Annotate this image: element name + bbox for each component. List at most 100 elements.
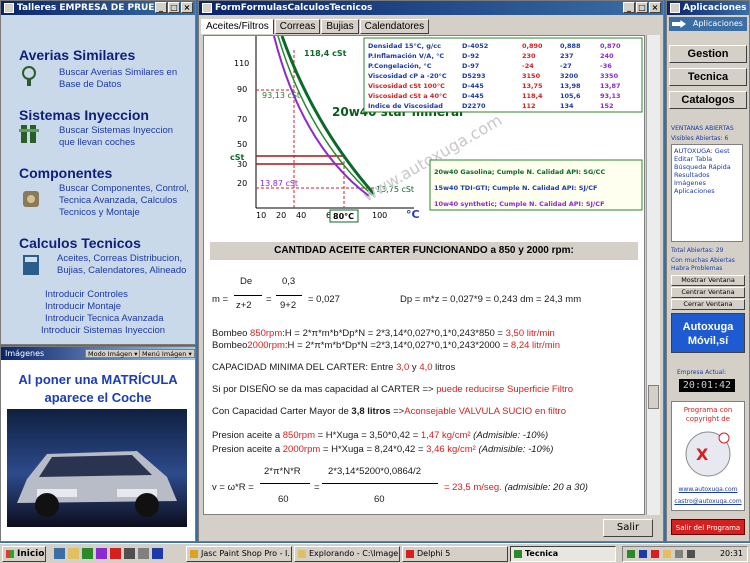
y-tick: 20 <box>237 179 247 188</box>
centrar-ventana-button[interactable]: Centrar Ventana <box>671 287 745 298</box>
right-titlebar[interactable]: Aplicaciones <box>667 1 749 15</box>
calc-content: 110 90 70 50 30 20 10 20 40 60 80 100 °C… <box>203 35 645 515</box>
tbl-cell: 3150 <box>522 72 541 80</box>
mode-select[interactable]: Modo Imágen ▾ <box>85 349 141 358</box>
close-button[interactable]: × <box>181 2 193 13</box>
maximize-button[interactable]: □ <box>168 2 180 13</box>
minimize-button[interactable]: _ <box>155 2 167 13</box>
section-text-calculos[interactable]: Aceites, Correas Distribucion, Bujias, C… <box>57 253 191 277</box>
mostrar-ventana-button[interactable]: Mostrar Ventana <box>671 275 745 286</box>
brand-banner[interactable]: Autoxuga Móvil,sí <box>671 313 745 353</box>
open-windows-list[interactable]: AUTOXUGA: Gest Editar Tabla Búsqueda Ráp… <box>671 144 743 242</box>
main-close-button[interactable]: × <box>649 2 661 13</box>
list-item[interactable]: Resultados <box>674 171 740 179</box>
gestion-button[interactable]: Gestion <box>669 45 747 63</box>
x-tick: 10 <box>256 211 266 220</box>
volume-icon[interactable] <box>675 550 683 558</box>
task-paintshop[interactable]: Jasc Paint Shop Pro - I... <box>186 546 292 562</box>
task-tecnica[interactable]: Tecnica <box>510 546 616 562</box>
section-text-averias[interactable]: Buscar Averias Similares en Base de Dato… <box>59 67 189 91</box>
copyright-text: Programa con copyright de <box>683 406 733 423</box>
fraction-line <box>260 483 310 484</box>
list-item[interactable]: Imágenes <box>674 179 740 187</box>
misc-icon[interactable] <box>138 548 149 559</box>
link-sistemas-inyeccion[interactable]: Introducir Sistemas Inyeccion <box>41 325 165 337</box>
bombeo-2000-rpm: 2000rpm <box>247 340 285 351</box>
main-maximize-button[interactable]: □ <box>636 2 648 13</box>
tbl-cell: 230 <box>522 52 536 60</box>
apps-label: Aplicaciones <box>693 19 743 28</box>
catalogos-button[interactable]: Catalogos <box>669 91 747 109</box>
tab-aceites[interactable]: Aceites/Filtros <box>201 19 274 34</box>
section-title-inyeccion[interactable]: Sistemas Inyeccion <box>19 107 149 123</box>
tray-app-icon[interactable] <box>663 550 671 558</box>
tbl-cell: 13,87 <box>600 82 621 90</box>
tab-bujias[interactable]: Bujias <box>321 19 359 34</box>
cerrar-ventana-button[interactable]: Cerrar Ventana <box>671 299 745 310</box>
ie-icon[interactable] <box>54 548 65 559</box>
email-link[interactable]: castro@autoxuga.com <box>672 498 744 505</box>
apps-header[interactable]: Aplicaciones <box>669 17 747 31</box>
salir-button[interactable]: Salir <box>603 519 653 537</box>
scroll-thumb[interactable] <box>648 385 659 409</box>
tbl-cell: 134 <box>560 102 574 110</box>
list-item[interactable]: Aplicaciones <box>674 187 740 195</box>
cap-c: litros <box>432 362 456 373</box>
svg-text:X: X <box>696 445 709 464</box>
calculator-icon <box>23 255 39 275</box>
exit-program-button[interactable]: Salir del Programa <box>671 519 745 535</box>
section-text-componentes[interactable]: Buscar Componentes, Control, Tecnica Ava… <box>59 183 189 219</box>
link-controles[interactable]: Introducir Controles <box>45 289 128 301</box>
pres1-res: 1,47 kg/cm² <box>420 430 471 441</box>
desktop-icon[interactable] <box>82 548 93 559</box>
form-icon <box>202 3 212 13</box>
taskbar-clock[interactable]: 20:31 <box>720 547 743 561</box>
link-tecnica-avanzada[interactable]: Introducir Tecnica Avanzada <box>45 313 163 325</box>
section-title-calculos[interactable]: Calculos Tecnicos <box>19 235 141 251</box>
link-montaje[interactable]: Introducir Montaje <box>45 301 121 313</box>
section-title-componentes[interactable]: Componentes <box>19 165 112 181</box>
list-item[interactable]: Búsqueda Rápida <box>674 163 740 171</box>
main-minimize-button[interactable]: _ <box>623 2 635 13</box>
list-item[interactable]: Editar Tabla <box>674 155 740 163</box>
task-delphi[interactable]: Delphi 5 <box>402 546 508 562</box>
carter-c: => <box>390 406 405 417</box>
tool-icon[interactable] <box>124 548 135 559</box>
section-text-inyeccion[interactable]: Buscar Sistemas Inyeccion que llevan coc… <box>59 125 189 149</box>
cap-a: CAPACIDAD MINIMA DEL CARTER: Entre <box>212 362 397 373</box>
open-windows-title: VENTANAS ABIERTAS <box>671 125 734 132</box>
content-scrollbar[interactable] <box>646 35 660 515</box>
tbl-cell: D-4052 <box>462 42 488 50</box>
antivirus-icon[interactable] <box>651 550 659 558</box>
images-titlebar[interactable]: Imágenes Modo Imágen ▾ Menú Imágen ▾ <box>1 347 195 360</box>
pres1-rpm: 850rpm <box>282 430 315 441</box>
menu-select[interactable]: Menú Imágen ▾ <box>139 349 195 358</box>
tbl-cell: 13,98 <box>560 82 581 90</box>
tbl-cell: 112 <box>522 102 536 110</box>
carter-line: Con Capacidad Carter Mayor de 3,8 litros… <box>212 406 566 418</box>
total-open: Total Abiertas: 29 <box>671 247 724 254</box>
app-quick-icon[interactable] <box>110 548 121 559</box>
images-title: Imágenes <box>5 349 45 358</box>
network-icon[interactable] <box>627 550 635 558</box>
monitor-icon[interactable] <box>639 550 647 558</box>
bombeo-2000-b: :H = 2*π*m*b*Dp*N =2*3,14*0,027*0,1*0,24… <box>284 340 511 351</box>
tab-correas[interactable]: Correas <box>274 19 321 34</box>
section-title-averias[interactable]: Averias Similares <box>19 47 135 63</box>
explorer-icon[interactable] <box>68 548 79 559</box>
url-link[interactable]: www.autoxuga.com <box>672 486 744 493</box>
tecnica-button[interactable]: Tecnica <box>669 68 747 86</box>
capacidad-line: CAPACIDAD MINIMA DEL CARTER: Entre 3,0 y… <box>212 362 455 374</box>
start-button[interactable]: Inicio <box>2 546 46 562</box>
tbl-cell: Viscosidad cSt 100°C <box>368 82 445 90</box>
list-item[interactable]: AUTOXUGA: Gest <box>674 147 740 155</box>
tab-calendatores[interactable]: Calendatores <box>359 19 430 34</box>
label-80c: 80°C <box>333 212 354 221</box>
media-icon[interactable] <box>96 548 107 559</box>
extra-icon[interactable] <box>152 548 163 559</box>
main-titlebar[interactable]: FormFormulasCalculosTecnicos _ □ × <box>199 1 663 15</box>
tray-misc-icon[interactable] <box>687 550 695 558</box>
left-titlebar[interactable]: Talleres EMPRESA DE PRUEI _ □ × <box>1 1 195 15</box>
label-118: 118,4 cSt <box>304 49 347 58</box>
task-explorer[interactable]: Explorando - C:\Imagen... <box>294 546 400 562</box>
